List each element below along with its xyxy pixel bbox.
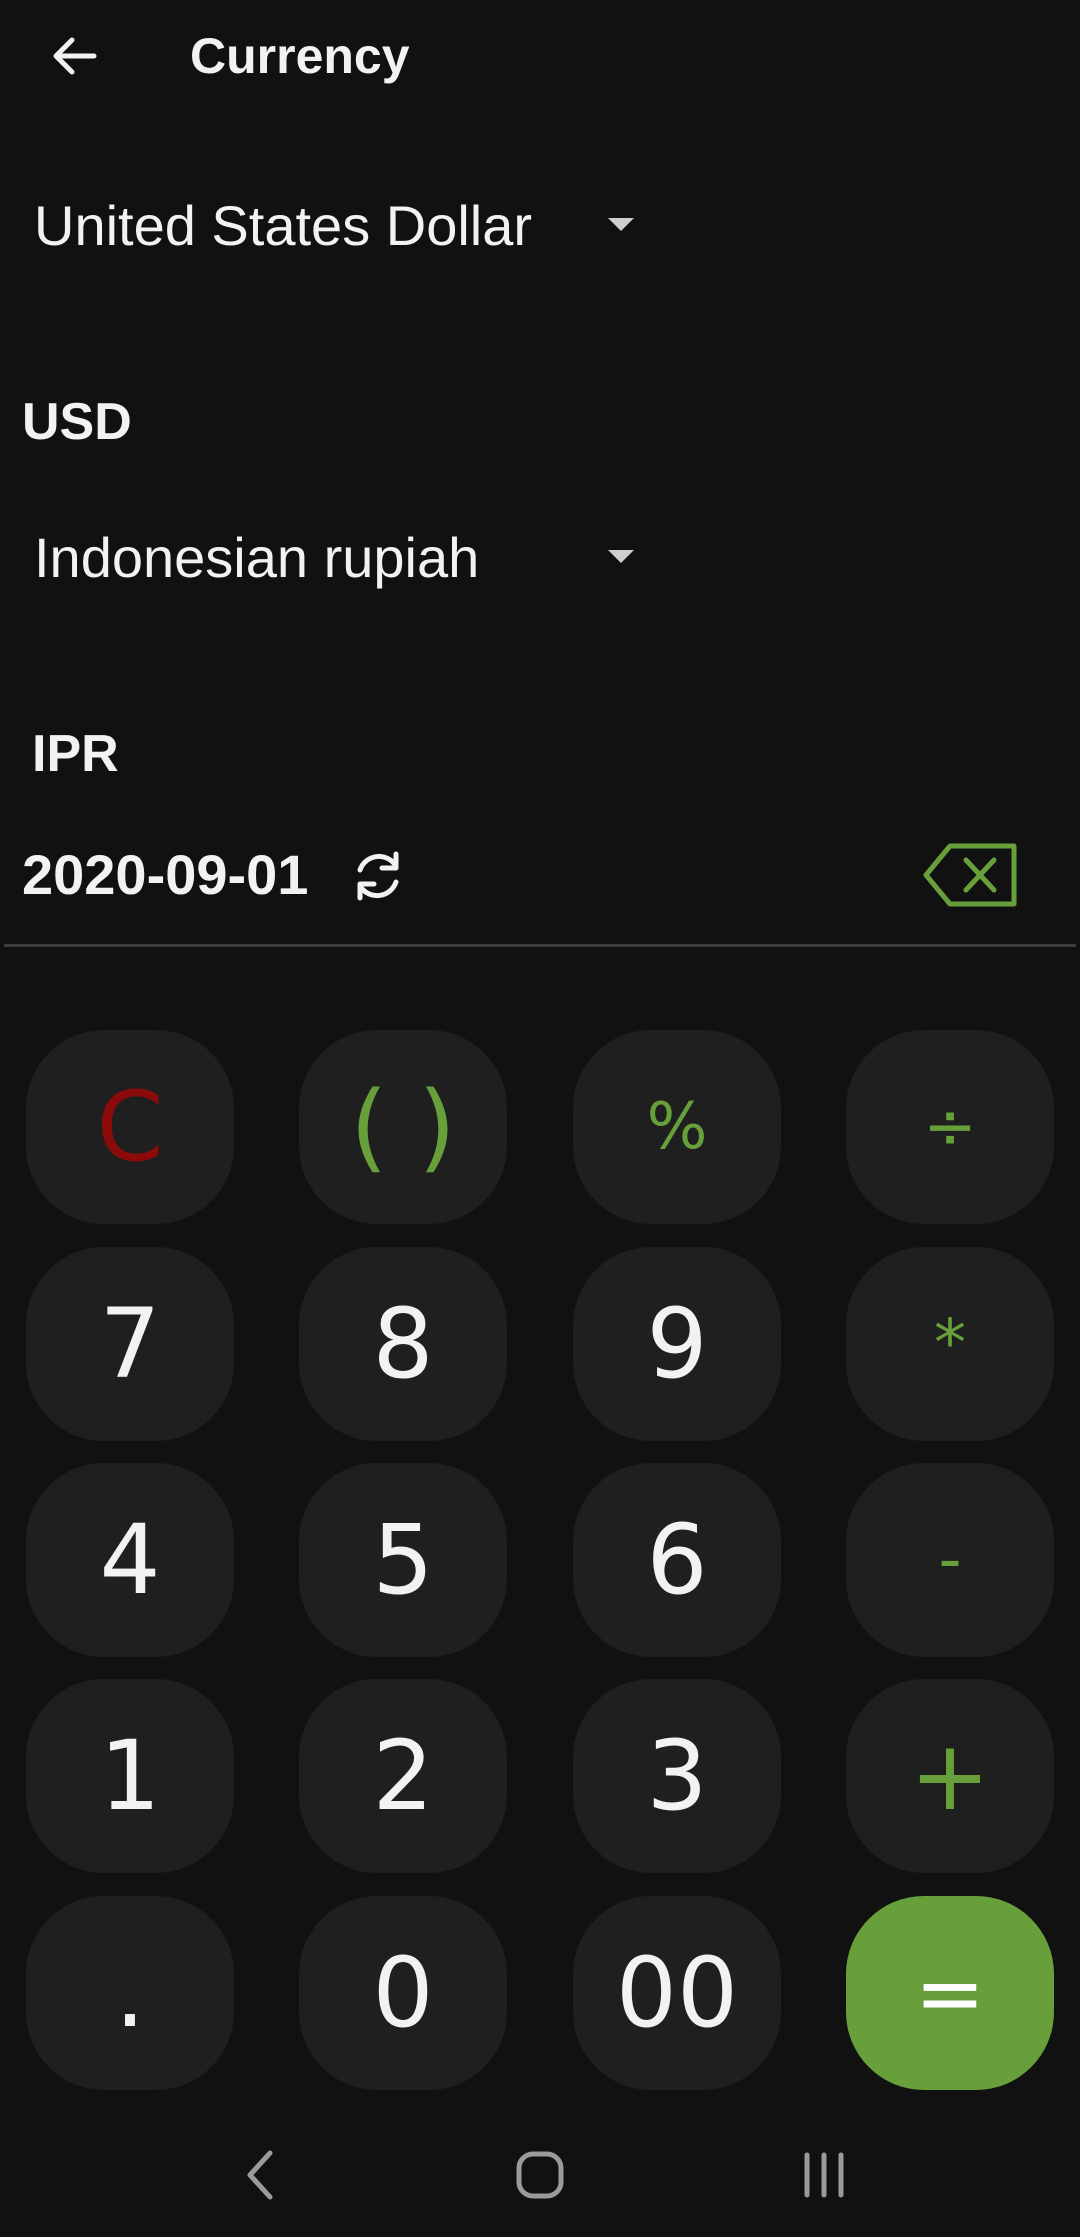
divide-key[interactable]: ÷ — [846, 1030, 1054, 1224]
multiply-key[interactable]: * — [846, 1247, 1054, 1441]
to-currency-selected: Indonesian rupiah — [34, 525, 480, 589]
from-currency-selected: United States Dollar — [34, 193, 533, 257]
refresh-icon — [357, 851, 399, 901]
rate-date: 2020-09-01 — [22, 843, 309, 906]
percent-key[interactable]: % — [573, 1030, 781, 1224]
nav-recents-icon — [804, 2152, 844, 2198]
clear-key[interactable]: C — [26, 1030, 234, 1224]
arrow-left-icon — [53, 37, 97, 75]
refresh-button[interactable] — [346, 844, 410, 908]
digit-3-key[interactable]: 3 — [573, 1679, 781, 1873]
minus-key[interactable]: - — [846, 1463, 1054, 1657]
digit-6-key[interactable]: 6 — [573, 1463, 781, 1657]
back-button[interactable] — [36, 24, 112, 88]
divider — [4, 944, 1076, 947]
to-currency-code: IPR — [32, 725, 119, 783]
to-currency-dropdown[interactable]: Indonesian rupiah — [34, 512, 654, 602]
nav-home-button[interactable] — [500, 2140, 580, 2210]
chevron-down-icon — [608, 218, 634, 231]
equals-key[interactable]: = — [846, 1896, 1054, 2090]
chevron-down-icon — [608, 550, 634, 563]
digit-2-key[interactable]: 2 — [299, 1679, 507, 1873]
digit-5-key[interactable]: 5 — [299, 1463, 507, 1657]
from-currency-code: USD — [22, 393, 132, 451]
digit-8-key[interactable]: 8 — [299, 1247, 507, 1441]
decimal-key[interactable]: . — [26, 1896, 234, 2090]
nav-back-icon — [247, 2150, 273, 2200]
page-title: Currency — [190, 28, 410, 84]
app-bar: Currency — [0, 0, 1080, 112]
backspace-button[interactable] — [922, 840, 1020, 910]
digit-7-key[interactable]: 7 — [26, 1247, 234, 1441]
plus-key[interactable]: + — [846, 1679, 1054, 1873]
digit-9-key[interactable]: 9 — [573, 1247, 781, 1441]
backspace-icon — [923, 843, 1017, 907]
nav-back-button[interactable] — [220, 2140, 300, 2210]
nav-recents-button[interactable] — [784, 2140, 864, 2210]
nav-home-icon — [516, 2151, 564, 2199]
digit-0-key[interactable]: 0 — [299, 1896, 507, 2090]
parentheses-key[interactable]: ( ) — [299, 1030, 507, 1224]
double-zero-key[interactable]: 00 — [573, 1896, 781, 2090]
digit-1-key[interactable]: 1 — [26, 1679, 234, 1873]
from-currency-dropdown[interactable]: United States Dollar — [34, 180, 654, 270]
digit-4-key[interactable]: 4 — [26, 1463, 234, 1657]
